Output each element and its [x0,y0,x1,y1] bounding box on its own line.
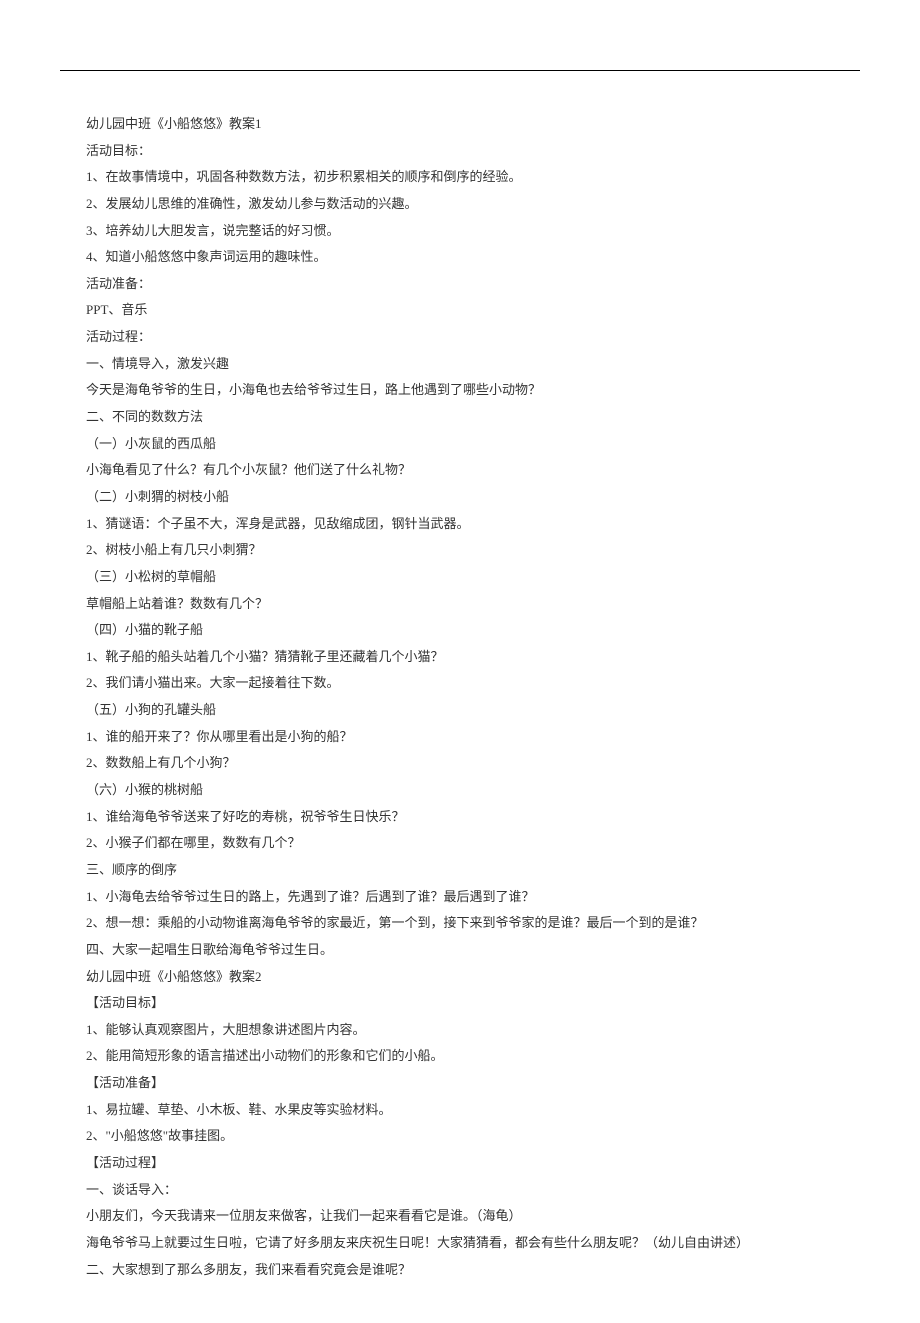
text-line: 【活动目标】 [60,990,860,1017]
text-line: 一、情境导入，激发兴趣 [60,351,860,378]
text-line: PPT、音乐 [60,297,860,324]
text-line: 1、谁给海龟爷爷送来了好吃的寿桃，祝爷爷生日快乐？ [60,804,860,831]
text-line: 【活动准备】 [60,1070,860,1097]
text-line: 2、小猴子们都在哪里，数数有几个？ [60,830,860,857]
text-line: 幼儿园中班《小船悠悠》教案1 [60,111,860,138]
text-line: 二、不同的数数方法 [60,404,860,431]
text-line: 【活动过程】 [60,1150,860,1177]
top-divider [60,70,860,71]
text-line: （五）小狗的孔罐头船 [60,697,860,724]
text-line: （三）小松树的草帽船 [60,564,860,591]
text-line: 2、想一想：乘船的小动物谁离海龟爷爷的家最近，第一个到，接下来到爷爷家的是谁？最… [60,910,860,937]
text-line: 1、在故事情境中，巩固各种数数方法，初步积累相关的顺序和倒序的经验。 [60,164,860,191]
text-line: 四、大家一起唱生日歌给海龟爷爷过生日。 [60,937,860,964]
text-line: 1、谁的船开来了？你从哪里看出是小狗的船？ [60,724,860,751]
text-line: 小海龟看见了什么？有几个小灰鼠？他们送了什么礼物？ [60,457,860,484]
text-line: 2、数数船上有几个小狗？ [60,750,860,777]
text-line: 幼儿园中班《小船悠悠》教案2 [60,964,860,991]
text-line: 一、谈话导入： [60,1177,860,1204]
text-line: 活动过程： [60,324,860,351]
text-line: 2、我们请小猫出来。大家一起接着往下数。 [60,670,860,697]
text-line: 1、能够认真观察图片，大胆想象讲述图片内容。 [60,1017,860,1044]
document-body: 幼儿园中班《小船悠悠》教案1活动目标：1、在故事情境中，巩固各种数数方法，初步积… [60,111,860,1283]
text-line: 3、培养幼儿大胆发言，说完整话的好习惯。 [60,218,860,245]
text-line: 小朋友们，今天我请来一位朋友来做客，让我们一起来看看它是谁。（海龟） [60,1203,860,1230]
text-line: 2、"小船悠悠"故事挂图。 [60,1123,860,1150]
text-line: 三、顺序的倒序 [60,857,860,884]
text-line: 2、能用简短形象的语言描述出小动物们的形象和它们的小船。 [60,1043,860,1070]
text-line: 草帽船上站着谁？数数有几个？ [60,591,860,618]
text-line: 2、发展幼儿思维的准确性，激发幼儿参与数活动的兴趣。 [60,191,860,218]
text-line: （二）小刺猬的树枝小船 [60,484,860,511]
document-page: 幼儿园中班《小船悠悠》教案1活动目标：1、在故事情境中，巩固各种数数方法，初步积… [0,0,920,1323]
text-line: 1、猜谜语：个子虽不大，浑身是武器，见敌缩成团，钢针当武器。 [60,511,860,538]
text-line: 1、靴子船的船头站着几个小猫？猜猜靴子里还藏着几个小猫？ [60,644,860,671]
text-line: 4、知道小船悠悠中象声词运用的趣味性。 [60,244,860,271]
text-line: （四）小猫的靴子船 [60,617,860,644]
text-line: 今天是海龟爷爷的生日，小海龟也去给爷爷过生日，路上他遇到了哪些小动物？ [60,377,860,404]
text-line: 二、大家想到了那么多朋友，我们来看看究竟会是谁呢？ [60,1257,860,1284]
text-line: 活动目标： [60,138,860,165]
text-line: （六）小猴的桃树船 [60,777,860,804]
text-line: 活动准备： [60,271,860,298]
text-line: 1、易拉罐、草垫、小木板、鞋、水果皮等实验材料。 [60,1097,860,1124]
text-line: 1、小海龟去给爷爷过生日的路上，先遇到了谁？后遇到了谁？最后遇到了谁？ [60,884,860,911]
text-line: 海龟爷爷马上就要过生日啦，它请了好多朋友来庆祝生日呢！大家猜猜看，都会有些什么朋… [60,1230,860,1257]
text-line: （一）小灰鼠的西瓜船 [60,431,860,458]
text-line: 2、树枝小船上有几只小刺猬？ [60,537,860,564]
